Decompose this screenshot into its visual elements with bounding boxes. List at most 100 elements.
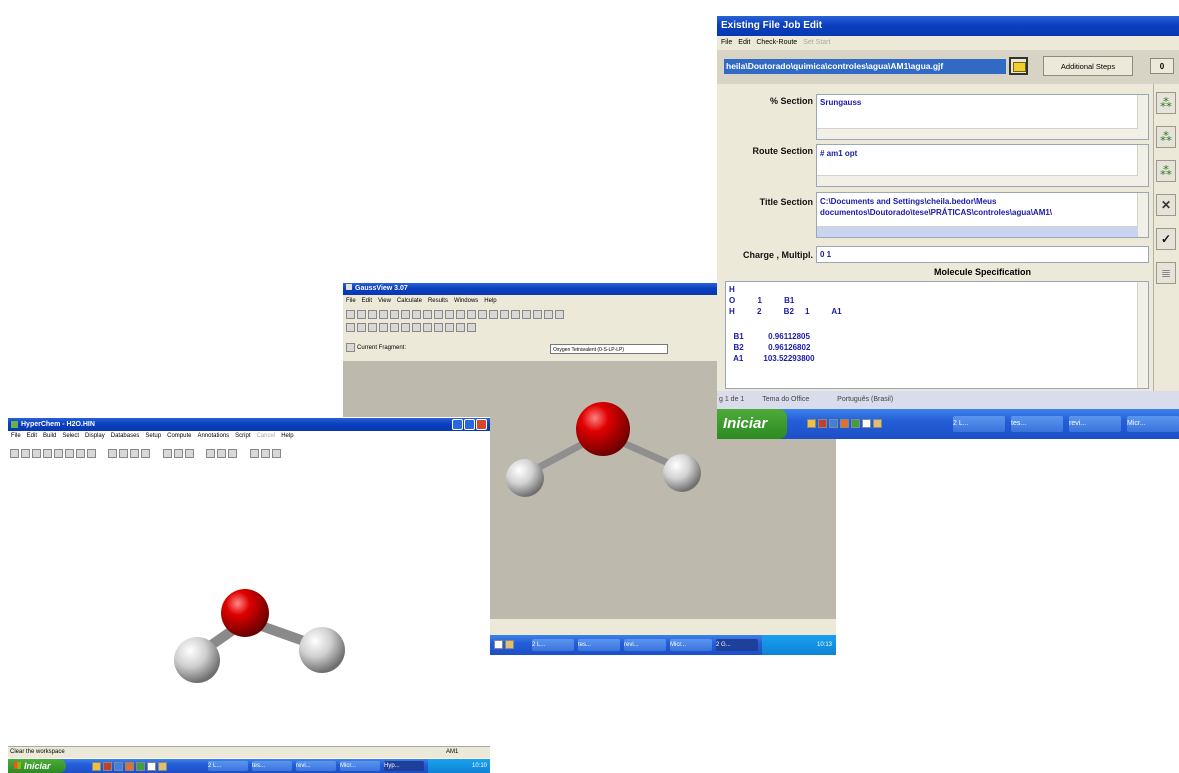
menu-edit[interactable]: Edit [27, 433, 37, 439]
quicklaunch-icon[interactable] [158, 762, 167, 771]
line-tool-icon[interactable] [119, 449, 129, 459]
build-molecule-icon[interactable]: ⁂ [1156, 92, 1176, 114]
hydrogen-atom-right[interactable] [299, 627, 345, 673]
oxygen-atom[interactable] [221, 589, 269, 637]
quicklaunch-icon[interactable] [851, 419, 860, 428]
print-icon[interactable] [249, 449, 259, 459]
view-icon[interactable] [401, 323, 410, 332]
list-icon[interactable]: ≣ [1156, 262, 1176, 284]
taskbar-button[interactable]: Micr... [340, 761, 380, 771]
copy-icon[interactable] [500, 310, 509, 319]
ring-icon[interactable] [368, 310, 377, 319]
quicklaunch-icon[interactable] [103, 762, 112, 771]
rotate-tool-icon[interactable] [32, 449, 41, 459]
vertical-scrollbar[interactable] [1137, 282, 1148, 388]
taskbar-button[interactable]: tes... [252, 761, 292, 771]
quicklaunch-icon[interactable] [494, 640, 503, 649]
taskbar-button[interactable]: 2 L... [953, 416, 1005, 432]
context-help-icon[interactable] [271, 449, 281, 459]
molecule-specification-field[interactable]: H O 1 B1 H 2 B2 1 A1 B1 0.96112805 B2 0.… [725, 281, 1149, 389]
view-molecule-icon[interactable]: ⁂ [1156, 160, 1176, 182]
builder-icon[interactable] [346, 310, 355, 319]
element-icon[interactable] [357, 310, 366, 319]
delete-atom-icon[interactable] [445, 310, 454, 319]
route-section-field[interactable]: # am1 opt [816, 144, 1149, 187]
menu-annotations[interactable]: Annotations [197, 433, 229, 439]
hydrogen-atom-left[interactable] [174, 637, 220, 683]
draw-tool-icon[interactable] [10, 449, 19, 459]
quicklaunch-icon[interactable] [505, 640, 514, 649]
taskbar-button[interactable]: revi... [1069, 416, 1121, 432]
menu-file[interactable]: File [11, 433, 21, 439]
save-icon[interactable] [533, 310, 542, 319]
ellipse-tool-icon[interactable] [130, 449, 140, 459]
open-folder-icon[interactable] [173, 449, 183, 459]
paste-icon[interactable] [511, 310, 520, 319]
quicklaunch-icon[interactable] [114, 762, 123, 771]
clean-icon[interactable] [456, 310, 465, 319]
horizontal-scrollbar[interactable] [817, 175, 1138, 186]
taskbar-button-active[interactable]: 2 G... [716, 639, 758, 651]
menu-set-start[interactable]: Set Start [803, 39, 830, 46]
atom-list-icon[interactable] [379, 323, 388, 332]
menu-file[interactable]: File [721, 39, 732, 46]
menu-view[interactable]: View [378, 298, 391, 304]
save-icon[interactable] [184, 449, 194, 459]
quicklaunch-icon[interactable] [840, 419, 849, 428]
menu-edit[interactable]: Edit [362, 298, 372, 304]
fit-icon[interactable] [412, 323, 421, 332]
inquire-icon[interactable] [423, 310, 432, 319]
cancel-icon[interactable]: ✕ [1156, 194, 1176, 216]
job-edit-title-bar[interactable]: Existing File Job Edit [717, 16, 1179, 36]
fragment-icon[interactable] [346, 342, 355, 352]
percent-section-field[interactable]: Srungauss [816, 94, 1149, 140]
quicklaunch-icon[interactable] [862, 419, 871, 428]
text-tool-icon[interactable] [108, 449, 118, 459]
info-icon[interactable] [390, 323, 399, 332]
vertical-scrollbar[interactable] [1137, 95, 1148, 139]
dihedral-icon[interactable] [412, 310, 421, 319]
submit-check-icon[interactable]: ✓ [1156, 228, 1176, 250]
menu-build[interactable]: Build [43, 433, 56, 439]
menu-file[interactable]: File [346, 298, 356, 304]
print-icon[interactable] [522, 310, 531, 319]
cut-icon[interactable] [544, 310, 553, 319]
taskbar-button[interactable]: tes... [578, 639, 620, 651]
menu-help[interactable]: Help [281, 433, 293, 439]
step-counter[interactable]: 0 [1150, 58, 1174, 74]
menu-edit[interactable]: Edit [738, 39, 750, 46]
quicklaunch-icon[interactable] [829, 419, 838, 428]
quicklaunch-icon[interactable] [92, 762, 101, 771]
menu-select[interactable]: Select [62, 433, 79, 439]
quicklaunch-icon[interactable] [147, 762, 156, 771]
quicklaunch-icon[interactable] [873, 419, 882, 428]
add-valence-icon[interactable] [434, 310, 443, 319]
start-button[interactable]: Iniciar [717, 409, 787, 439]
rgroup-icon[interactable] [379, 310, 388, 319]
menu-check-route[interactable]: Check-Route [756, 39, 797, 46]
browse-folder-button[interactable] [1009, 57, 1028, 75]
select-tool-icon[interactable] [21, 449, 30, 459]
rotate-z-tool-icon[interactable] [43, 449, 52, 459]
menu-cancel[interactable]: Cancel [257, 433, 276, 439]
horizontal-scrollbar[interactable] [817, 226, 1138, 237]
start-button[interactable]: Iniciar [8, 759, 66, 773]
clip-tool-icon[interactable] [76, 449, 85, 459]
vertical-scrollbar[interactable] [1137, 193, 1148, 237]
copy-icon[interactable] [217, 449, 227, 459]
center-icon[interactable] [423, 323, 432, 332]
edit-icon[interactable] [368, 323, 377, 332]
menu-results[interactable]: Results [428, 298, 448, 304]
taskbar-button[interactable]: Micr... [670, 639, 712, 651]
menu-setup[interactable]: Setup [145, 433, 161, 439]
label-tool-icon[interactable] [87, 449, 96, 459]
menu-databases[interactable]: Databases [111, 433, 140, 439]
menu-script[interactable]: Script [235, 433, 250, 439]
hydrogen-atom-right[interactable] [663, 454, 701, 492]
link-icon[interactable] [456, 323, 465, 332]
bond-icon[interactable] [390, 310, 399, 319]
fragment-selector[interactable]: Oxygen Tetravalent (0-S-LP-LP) [550, 344, 668, 354]
taskbar-button[interactable]: revi... [296, 761, 336, 771]
additional-steps-button[interactable]: Additional Steps [1043, 56, 1133, 76]
labels-icon[interactable] [434, 323, 443, 332]
